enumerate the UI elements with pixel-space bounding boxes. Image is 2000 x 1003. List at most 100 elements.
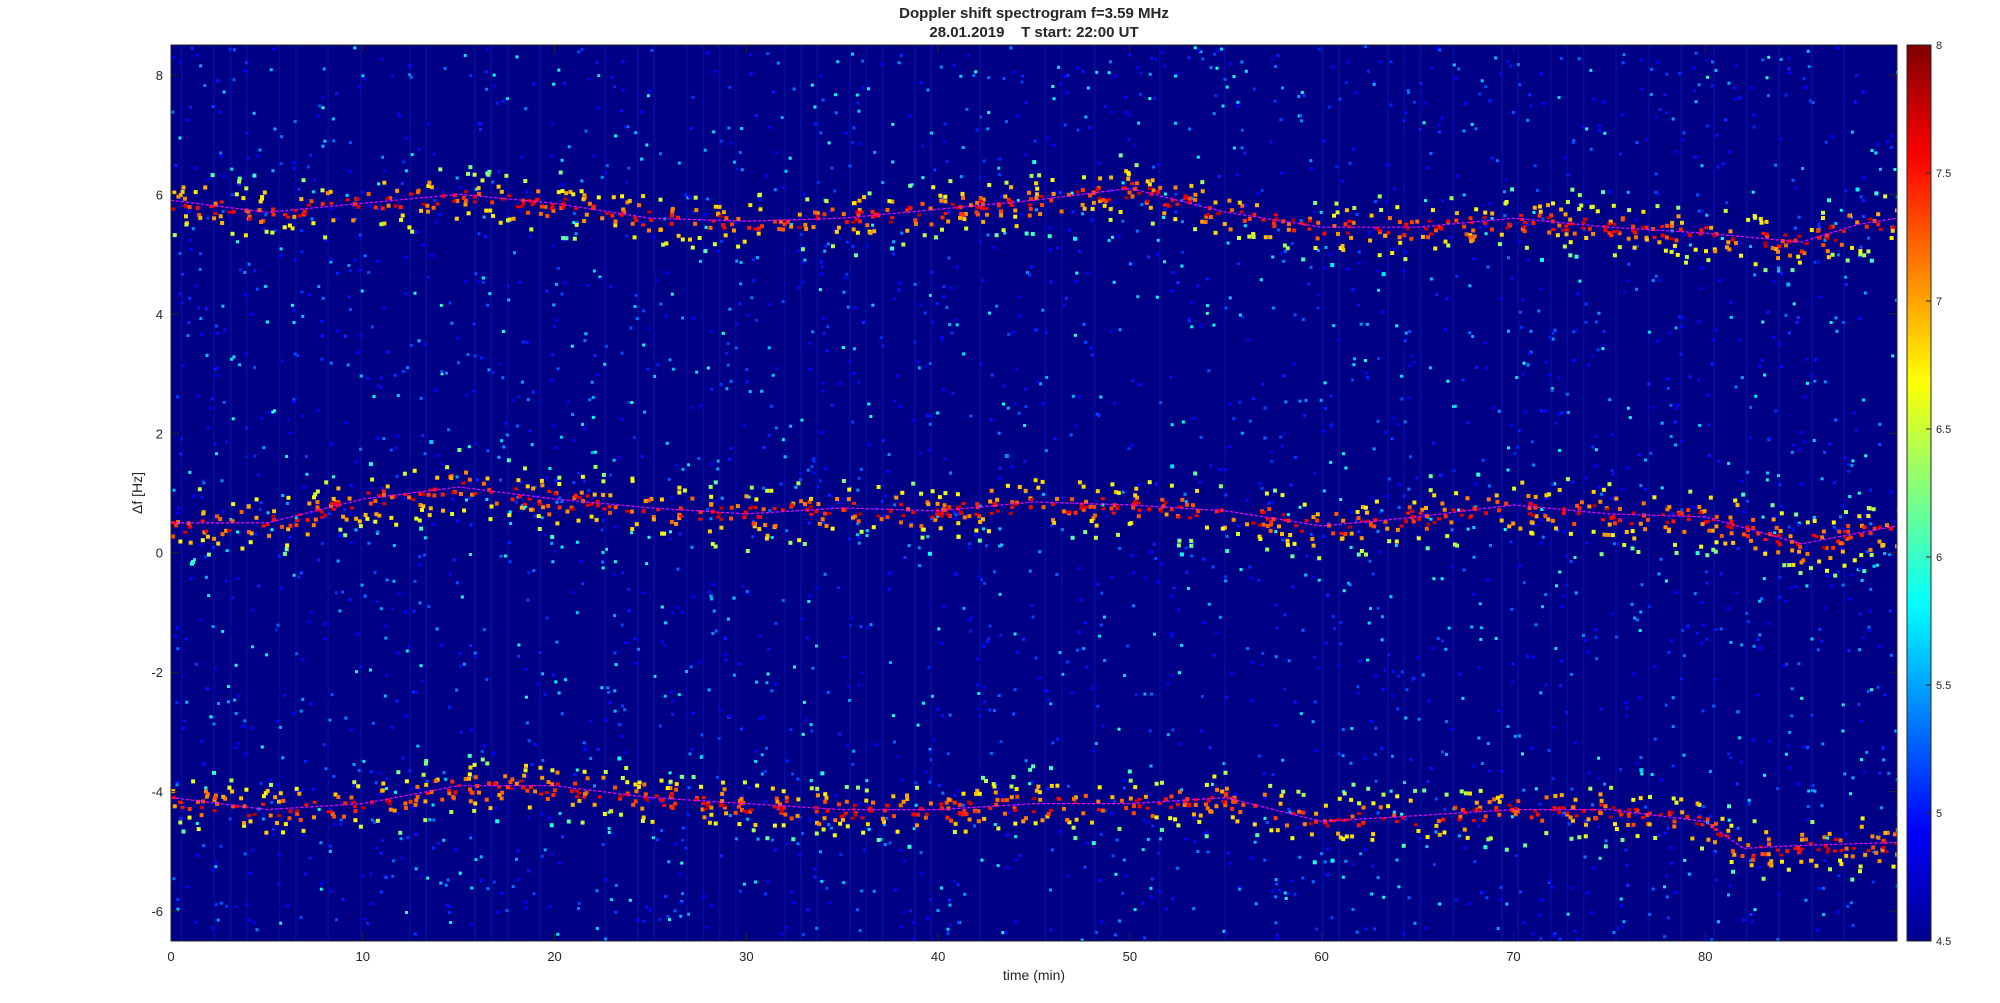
noise-speckle: [517, 654, 520, 658]
band-cell: [1665, 507, 1670, 512]
noise-speckle: [839, 236, 842, 240]
noise-speckle: [341, 898, 345, 901]
band-peak: [435, 202, 440, 206]
band-peak: [1205, 212, 1210, 216]
band-peak: [851, 220, 855, 224]
band-cell: [1869, 258, 1874, 263]
band-cell: [581, 197, 586, 202]
band-cell: [688, 237, 692, 242]
noise-speckle: [1017, 314, 1021, 318]
noise-speckle: [845, 744, 849, 747]
noise-speckle: [261, 812, 265, 816]
noise-speckle: [1510, 815, 1514, 819]
noise-speckle: [1169, 375, 1173, 379]
noise-speckle: [1693, 89, 1696, 93]
noise-speckle: [558, 812, 562, 815]
noise-speckle: [1584, 320, 1588, 324]
band-cell: [1812, 519, 1817, 523]
band-cell: [1697, 505, 1702, 510]
noise-speckle: [601, 843, 605, 846]
noise-speckle: [1591, 445, 1595, 449]
band-peak: [1629, 522, 1634, 526]
noise-speckle: [1274, 603, 1278, 607]
noise-speckle: [1009, 46, 1013, 50]
noise-speckle: [1376, 876, 1380, 880]
noise-speckle: [1683, 233, 1687, 236]
noise-speckle: [591, 395, 595, 399]
noise-speckle: [1329, 425, 1333, 429]
noise-speckle: [401, 756, 405, 760]
noise-speckle: [1738, 241, 1742, 245]
noise-speckle: [1028, 273, 1032, 277]
noise-speckle: [861, 59, 865, 63]
band-peak: [1424, 227, 1429, 231]
noise-speckle: [521, 340, 525, 344]
noise-speckle: [1737, 338, 1741, 342]
noise-speckle: [1869, 522, 1873, 526]
noise-speckle: [998, 592, 1002, 596]
noise-speckle: [659, 152, 663, 156]
noise-speckle: [1474, 127, 1478, 131]
noise-speckle: [1623, 291, 1626, 295]
band-cell: [183, 203, 188, 208]
band-cell: [176, 194, 181, 199]
band-cell: [1871, 507, 1876, 512]
noise-speckle: [857, 476, 861, 480]
noise-speckle: [1121, 490, 1125, 494]
noise-speckle: [1753, 908, 1757, 912]
band-cell: [1611, 203, 1616, 208]
noise-speckle: [1198, 480, 1202, 484]
noise-speckle: [1143, 576, 1147, 580]
band-cell: [441, 508, 446, 513]
noise-speckle: [301, 657, 305, 661]
band-peak: [1546, 216, 1551, 220]
noise-speckle: [1859, 719, 1863, 723]
noise-speckle: [1696, 193, 1700, 197]
noise-speckle: [961, 803, 965, 807]
noise-speckle: [818, 850, 822, 854]
noise-speckle: [954, 317, 958, 321]
noise-speckle: [1376, 419, 1380, 423]
noise-speckle: [610, 75, 614, 79]
noise-speckle: [1164, 907, 1168, 911]
band-cell: [415, 784, 420, 789]
noise-speckle: [1461, 378, 1465, 382]
noise-speckle: [1141, 848, 1145, 852]
noise-speckle: [1528, 351, 1532, 355]
band-cell: [851, 201, 856, 206]
noise-speckle: [312, 190, 315, 194]
noise-speckle: [483, 235, 487, 239]
noise-speckle: [291, 161, 295, 165]
band-cell: [1013, 208, 1018, 213]
noise-speckle: [830, 817, 834, 821]
band-cell: [1062, 509, 1067, 514]
band-cell: [676, 233, 681, 238]
noise-speckle: [1578, 279, 1582, 283]
band-cell: [1787, 563, 1792, 568]
noise-speckle: [533, 514, 537, 518]
noise-speckle: [774, 151, 778, 154]
noise-speckle: [838, 382, 842, 386]
noise-speckle: [844, 131, 848, 135]
noise-speckle: [1028, 569, 1032, 573]
noise-speckle: [380, 890, 383, 894]
band-cell: [1816, 228, 1821, 233]
band-peak: [1432, 521, 1437, 524]
noise-speckle: [1355, 213, 1359, 216]
noise-speckle: [347, 295, 351, 299]
noise-speckle: [1279, 435, 1283, 439]
band-cell: [1331, 531, 1336, 536]
noise-speckle: [949, 471, 952, 475]
noise-speckle: [903, 859, 907, 863]
noise-speckle: [1591, 803, 1595, 807]
band-peak: [411, 498, 416, 502]
noise-speckle: [1077, 566, 1081, 570]
noise-speckle: [199, 252, 202, 256]
noise-speckle: [1227, 402, 1231, 406]
noise-speckle: [1348, 161, 1352, 165]
noise-speckle: [1376, 529, 1380, 533]
noise-speckle: [691, 95, 695, 99]
noise-speckle: [809, 779, 813, 783]
noise-speckle: [1584, 302, 1588, 306]
noise-speckle: [714, 499, 718, 503]
